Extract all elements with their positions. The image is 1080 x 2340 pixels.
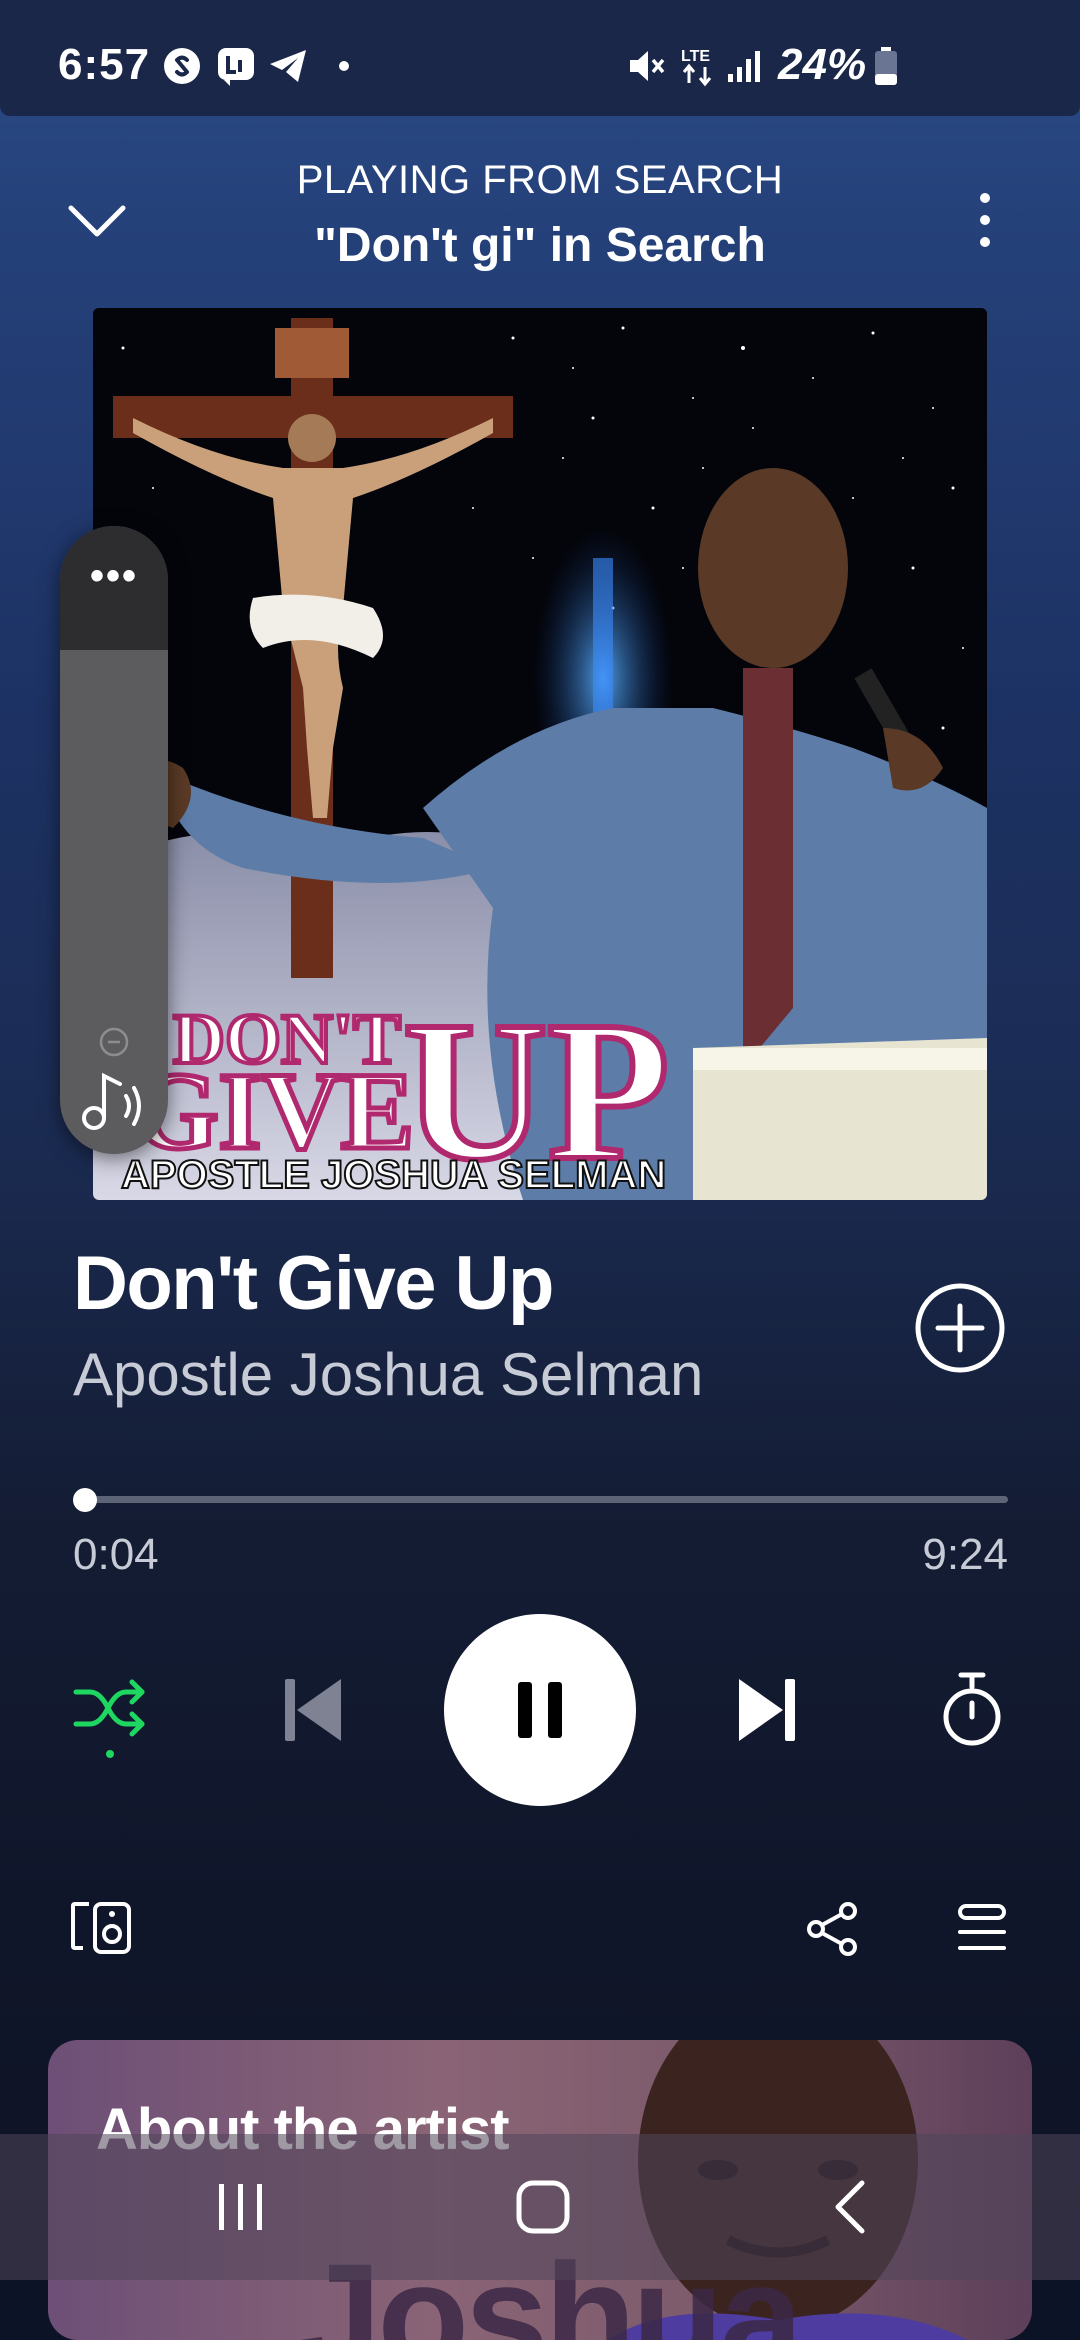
battery-percent: 24% bbox=[778, 40, 867, 89]
home-icon bbox=[516, 2180, 570, 2234]
shuffle-button[interactable] bbox=[70, 1670, 150, 1760]
lte-icon: LTE bbox=[678, 46, 718, 87]
ladder-app-icon bbox=[214, 46, 258, 86]
elapsed-time: 0:04 bbox=[73, 1530, 159, 1579]
more-vertical-icon bbox=[980, 193, 990, 247]
skip-forward-icon bbox=[739, 1679, 795, 1741]
skip-back-icon bbox=[285, 1679, 341, 1741]
telegram-icon bbox=[266, 46, 310, 86]
song-artist[interactable]: Apostle Joshua Selman bbox=[73, 1340, 703, 1409]
previous-button[interactable] bbox=[272, 1672, 352, 1748]
next-button[interactable] bbox=[728, 1672, 808, 1748]
queue-button[interactable] bbox=[950, 1898, 1014, 1958]
share-icon bbox=[807, 1902, 857, 1956]
media-volume-icon bbox=[82, 1072, 141, 1130]
home-button[interactable] bbox=[508, 2164, 578, 2250]
sleep-timer-button[interactable] bbox=[932, 1668, 1012, 1752]
pause-icon bbox=[518, 1682, 562, 1738]
shuffle-icon bbox=[73, 1679, 145, 1758]
dot-icon bbox=[334, 46, 354, 86]
recents-icon bbox=[219, 2184, 262, 2230]
connect-device-button[interactable] bbox=[66, 1898, 136, 1958]
minus-circle-icon[interactable] bbox=[98, 1026, 130, 1058]
svg-text:LTE: LTE bbox=[681, 48, 710, 65]
album-art: DON'T GIVE UP APOSTLE JOSHUA SELMAN bbox=[93, 308, 987, 1200]
more-options-button[interactable] bbox=[960, 182, 1010, 258]
volume-panel-menu[interactable]: ••• bbox=[60, 526, 168, 650]
mute-icon bbox=[624, 46, 668, 86]
playing-context-label: PLAYING FROM SEARCH bbox=[296, 158, 784, 202]
total-duration: 9:24 bbox=[922, 1530, 1008, 1579]
signal-icon bbox=[724, 46, 764, 86]
devices-icon bbox=[71, 1902, 131, 1954]
art-text-name: APOSTLE JOSHUA SELMAN bbox=[121, 1153, 666, 1197]
queue-icon bbox=[958, 1904, 1006, 1950]
playing-source[interactable]: "Don't gi" in Search bbox=[0, 218, 1080, 273]
back-button[interactable] bbox=[820, 2164, 880, 2250]
back-arrow-icon bbox=[835, 2180, 865, 2234]
status-bar: 6:57 LTE 24% bbox=[0, 0, 1080, 116]
timer-icon bbox=[943, 1672, 1001, 1746]
progress-handle[interactable] bbox=[72, 1488, 97, 1512]
song-title: Don't Give Up bbox=[73, 1241, 554, 1326]
system-nav-bar bbox=[0, 2134, 1080, 2280]
volume-panel[interactable]: ••• bbox=[60, 526, 168, 1154]
progress-bar[interactable] bbox=[78, 1496, 1008, 1503]
status-time: 6:57 bbox=[58, 40, 151, 89]
recent-apps-button[interactable] bbox=[206, 2164, 276, 2250]
add-to-library-button[interactable] bbox=[914, 1282, 1006, 1374]
share-button[interactable] bbox=[800, 1898, 866, 1960]
battery-icon bbox=[872, 46, 900, 86]
more-horizontal-icon: ••• bbox=[89, 554, 138, 598]
pause-button[interactable] bbox=[444, 1614, 636, 1806]
shazam-icon bbox=[162, 46, 202, 86]
